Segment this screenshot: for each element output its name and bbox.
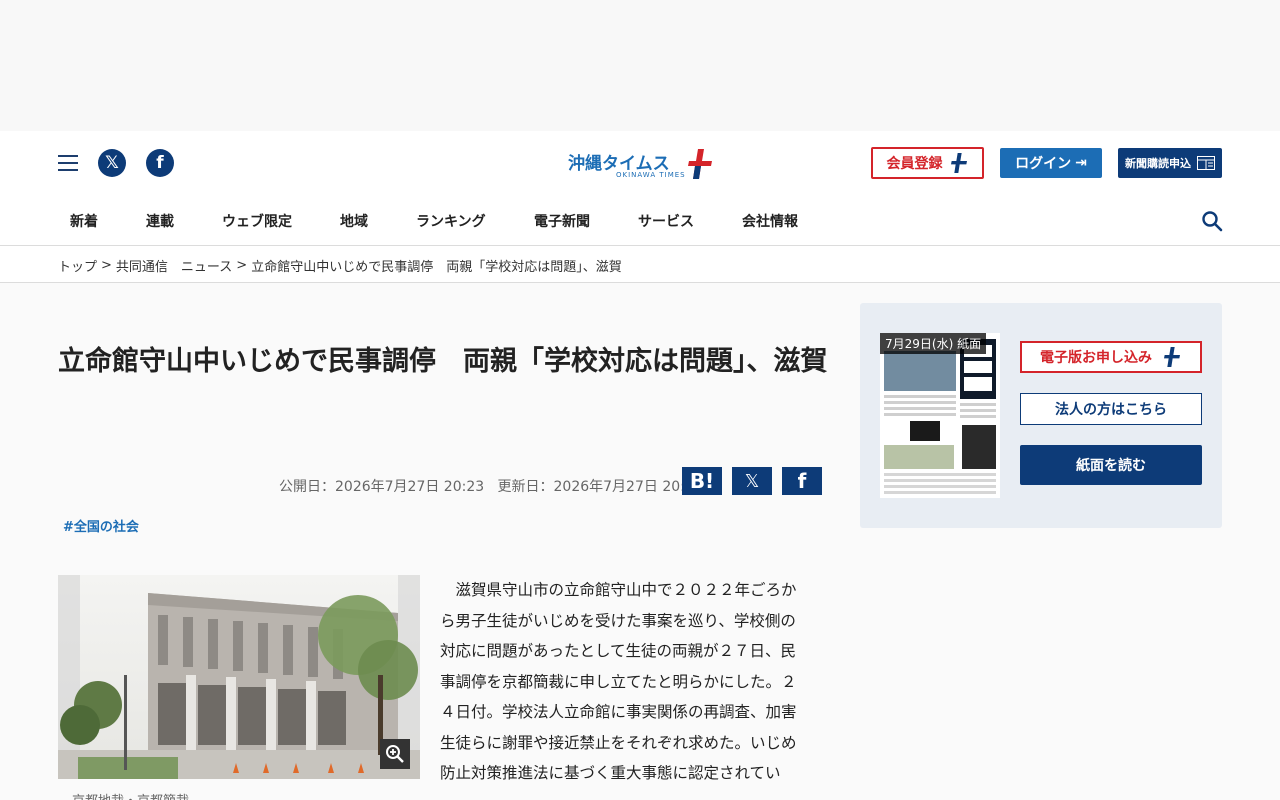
nav-item-web-only[interactable]: ウェブ限定 [222, 211, 292, 231]
share-facebook-button[interactable]: f [782, 467, 822, 495]
digital-apply-button[interactable]: 電子版お申し込み [1020, 341, 1202, 373]
logo-plus-icon [688, 149, 712, 179]
courthouse-image [58, 575, 420, 779]
nav-item-company[interactable]: 会社情報 [742, 211, 798, 231]
article-tag[interactable]: #全国の社会 [63, 516, 139, 535]
facebook-icon: f [797, 469, 807, 493]
read-paper-button[interactable]: 紙面を読む [1020, 445, 1202, 485]
paper-date: 7月29日(水) 紙面 [880, 333, 987, 354]
nav-item-region[interactable]: 地域 [340, 211, 368, 231]
register-button[interactable]: 会員登録 [871, 147, 984, 179]
register-label: 会員登録 [886, 156, 943, 172]
x-icon[interactable]: 𝕏 [98, 149, 126, 177]
nav-item-new[interactable]: 新着 [70, 211, 98, 231]
nav-item-services[interactable]: サービス [638, 211, 694, 231]
zoom-in-icon[interactable] [380, 739, 410, 769]
published-date: 公開日：2026年7月27日 20:23 [279, 479, 485, 495]
plus-mark-icon [950, 153, 967, 173]
article-title: 立命館守山中いじめで民事調停 両親「学校対応は問題」、滋賀 [58, 346, 828, 377]
photo-caption: 京都地裁・京都簡裁 [72, 790, 189, 800]
plus-mark-icon [1164, 347, 1180, 367]
x-icon: 𝕏 [744, 470, 760, 492]
breadcrumb-separator: > [101, 258, 112, 273]
site-header: 𝕏 f 沖縄タイムス OKINAWA TIMES 会員登録 ログイン ⇥ 新聞購… [0, 131, 1280, 246]
hatena-bookmark-button[interactable]: B! [682, 467, 722, 495]
breadcrumb-top[interactable]: トップ [58, 256, 97, 275]
nav-item-e-paper[interactable]: 電子新聞 [534, 211, 590, 231]
newspaper-front-page-image [880, 333, 1000, 498]
article-body: 滋賀県守山市の立命館守山中で２０２２年ごろから男子生徒がいじめを受けた事案を巡り… [440, 581, 797, 782]
search-icon[interactable] [1200, 209, 1224, 233]
login-arrow-icon: ⇥ [1075, 155, 1087, 171]
breadcrumb-separator: > [236, 258, 248, 273]
corporate-button[interactable]: 法人の方はこちら [1020, 393, 1202, 425]
breadcrumb-current: 立命館守山中いじめで民事調停 両親「学校対応は問題」、滋賀 [251, 260, 622, 275]
facebook-icon[interactable]: f [146, 149, 174, 177]
site-logo[interactable]: 沖縄タイムス OKINAWA TIMES [566, 147, 716, 181]
menu-icon[interactable] [58, 153, 78, 173]
share-x-button[interactable]: 𝕏 [732, 467, 772, 495]
login-button[interactable]: ログイン ⇥ [1000, 148, 1102, 178]
nav-item-ranking[interactable]: ランキング [416, 211, 486, 231]
updated-date: 更新日：2026年7月27日 20:25 [497, 479, 703, 495]
login-label: ログイン [1015, 156, 1072, 172]
main-nav: 新着 連載 ウェブ限定 地域 ランキング 電子新聞 サービス 会社情報 [0, 201, 1280, 241]
breadcrumb-kyodo-news[interactable]: 共同通信 ニュース [116, 256, 232, 275]
subscribe-button[interactable]: 新聞購読申込 [1118, 148, 1222, 178]
main-content: 立命館守山中いじめで民事調停 両親「学校対応は問題」、滋賀 公開日：2026年7… [0, 283, 1280, 800]
digital-apply-label: 電子版お申し込み [1040, 350, 1152, 366]
article-photo[interactable] [58, 575, 420, 779]
subscribe-label: 新聞購読申込 [1125, 157, 1191, 170]
logo-subtitle: OKINAWA TIMES [616, 171, 686, 179]
nav-item-series[interactable]: 連載 [146, 211, 174, 231]
ad-area [0, 0, 1280, 131]
newspaper-icon [1197, 156, 1215, 170]
breadcrumb: トップ > 共同通信 ニュース > 立命館守山中いじめで民事調停 両親「学校対応… [0, 246, 1280, 283]
article-dates: 公開日：2026年7月27日 20:23 更新日：2026年7月27日 20:2… [279, 476, 703, 496]
e-paper-panel: 7月29日(水) 紙面 電子版お申し込み 法人の方はこちら 紙面を読む [860, 303, 1222, 528]
newspaper-thumbnail[interactable]: 7月29日(水) 紙面 [880, 333, 1000, 498]
